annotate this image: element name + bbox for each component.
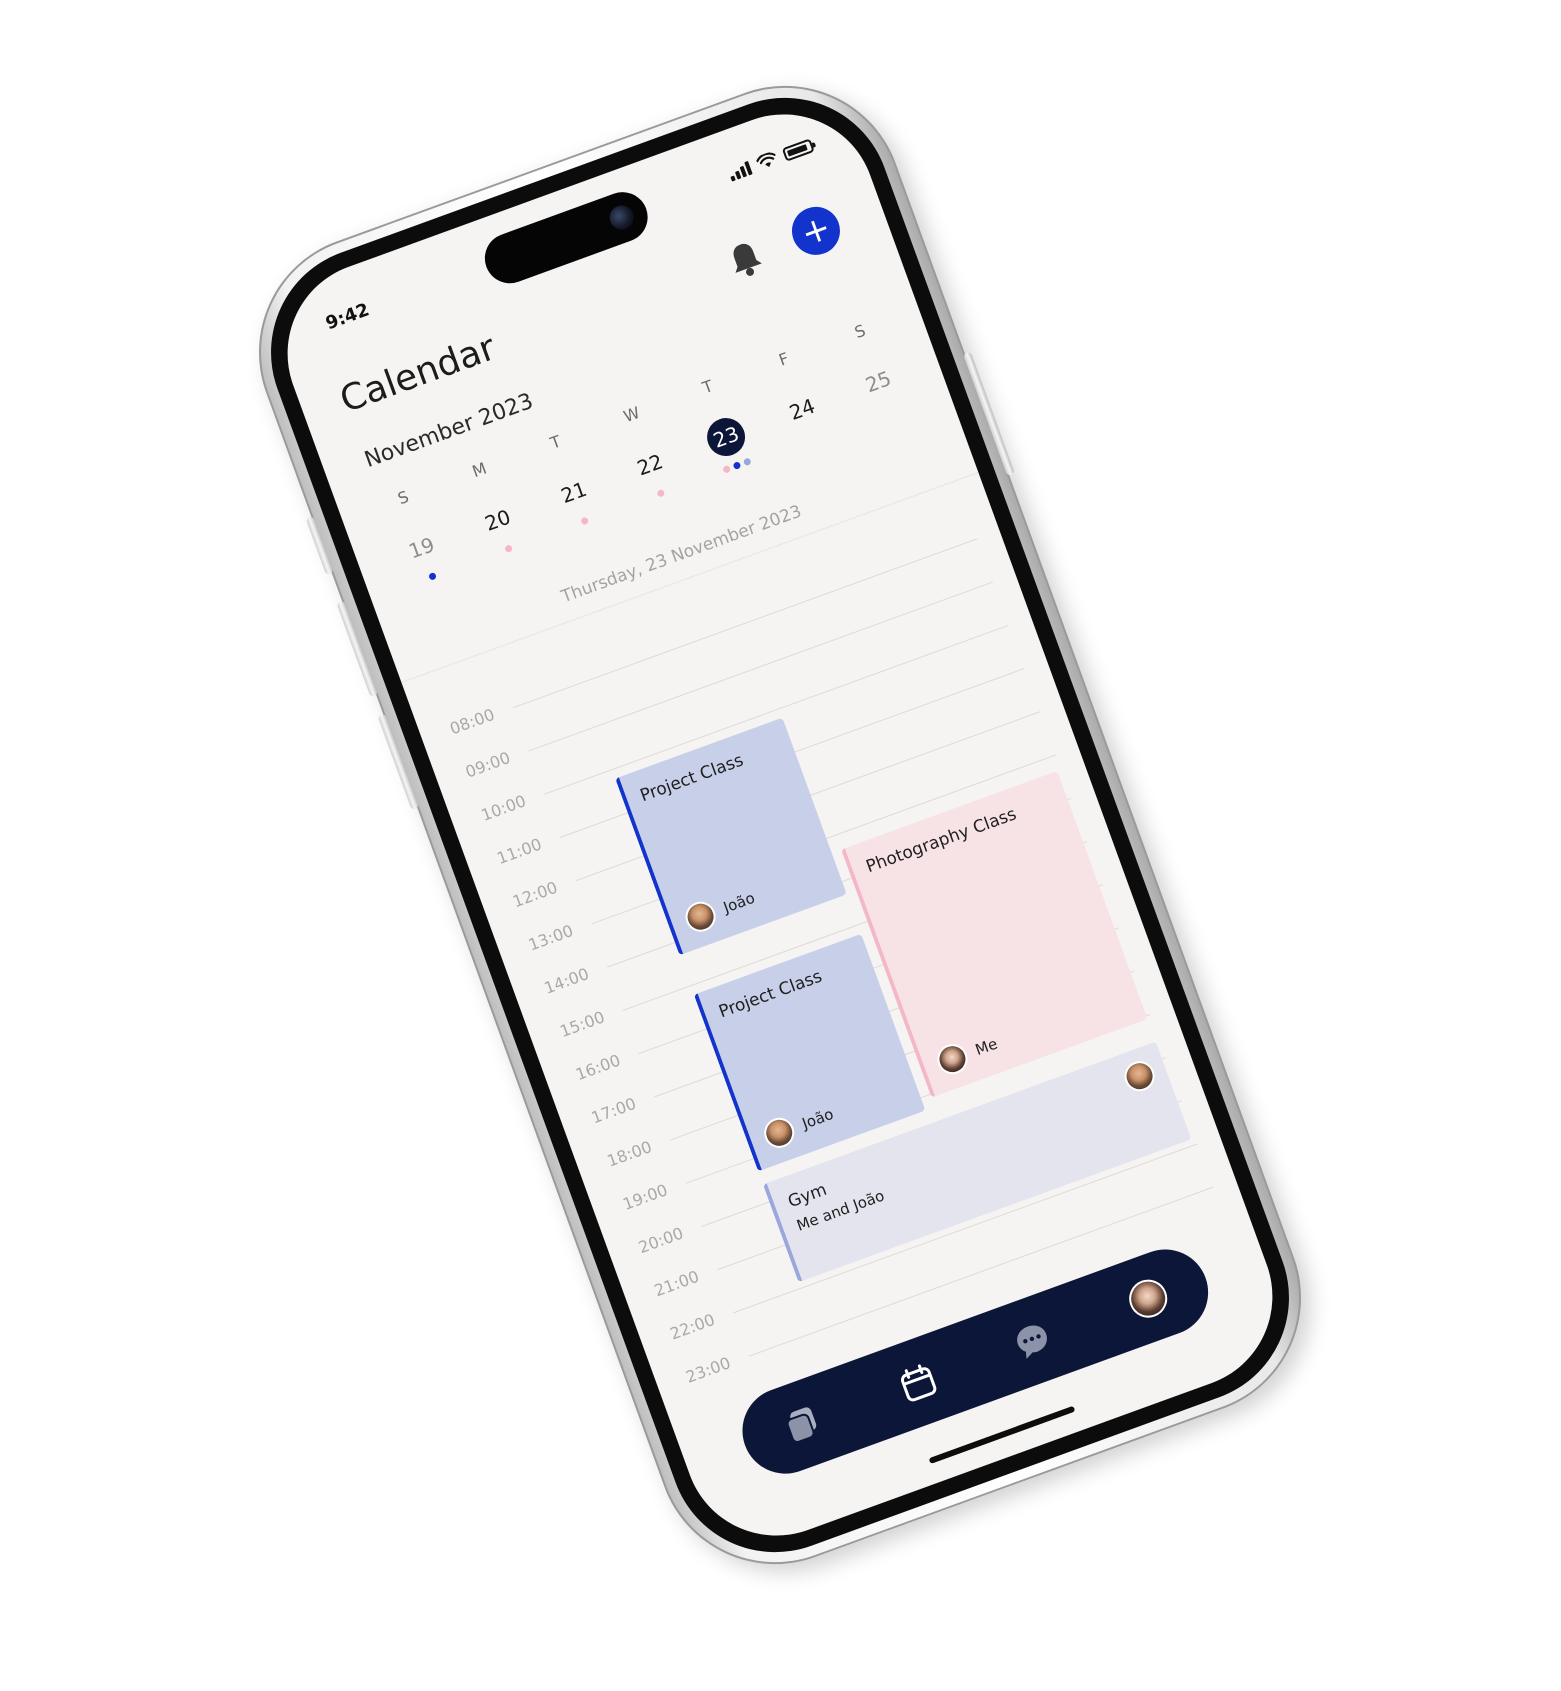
status-time: 9:42 [322,299,373,335]
event-dot [427,572,437,582]
event-dot [655,488,665,498]
attendee-name: Me [972,1034,1000,1060]
event-dots [855,395,924,426]
event-attendee: Me [933,1029,1002,1079]
day-number: 23 [701,412,751,462]
avatar [760,1113,799,1153]
event-dots [398,561,467,592]
day-number: 25 [862,366,895,398]
nav-chat[interactable] [1002,1310,1064,1372]
calendar-icon [900,1364,937,1402]
day-of-week-label: S [851,320,869,343]
attendee-name: João [799,1104,836,1133]
day-number: 24 [786,393,819,425]
cards-icon [786,1407,817,1443]
day-of-week-label: T [699,376,716,398]
bell-icon[interactable] [720,233,771,284]
day-of-week-label: W [620,402,643,427]
event-dot [503,544,513,554]
status-icons [727,137,815,182]
day-of-week-label: M [469,458,490,482]
event-dots [779,423,848,454]
camera-icon [606,202,638,233]
day-of-week-label: F [776,348,792,370]
chat-icon [1017,1325,1048,1359]
nav-calendar[interactable] [887,1352,949,1414]
day-number: 20 [481,504,514,536]
day-number: 19 [405,532,438,564]
event-dots [702,450,771,481]
day-of-week-label: T [547,431,564,453]
plus-icon: + [795,207,837,255]
event-dots [626,478,695,509]
event-dot [732,461,741,471]
day-number: 21 [557,476,590,509]
profile-avatar [1123,1274,1173,1324]
avatar [933,1039,972,1079]
event-dots [474,534,543,565]
event-dots [550,506,619,537]
app-screen: 9:42 Calendar + November 2023 S 19 M 20 … [261,88,1299,1562]
event-attendee: João [760,1099,838,1153]
event-dot [579,516,589,526]
signal-icon [727,160,753,182]
nav-profile[interactable] [1117,1268,1179,1330]
event-dot [721,464,731,474]
event-dot [742,457,752,467]
nav-cards[interactable] [772,1394,834,1456]
phone-mockup: 9:42 Calendar + November 2023 S 19 M 20 … [225,52,1335,1598]
mockup-stage: 9:42 Calendar + November 2023 S 19 M 20 … [0,0,1561,1691]
event-attendee: João [681,883,759,936]
add-event-button[interactable]: + [785,200,847,262]
attendee-name: João [720,888,758,917]
hour-label: 08:00 [447,704,498,739]
day-number: 22 [633,449,667,481]
battery-icon [781,138,815,162]
avatar [681,897,720,936]
day-of-week-label: S [395,486,412,509]
wifi-icon [756,152,776,167]
